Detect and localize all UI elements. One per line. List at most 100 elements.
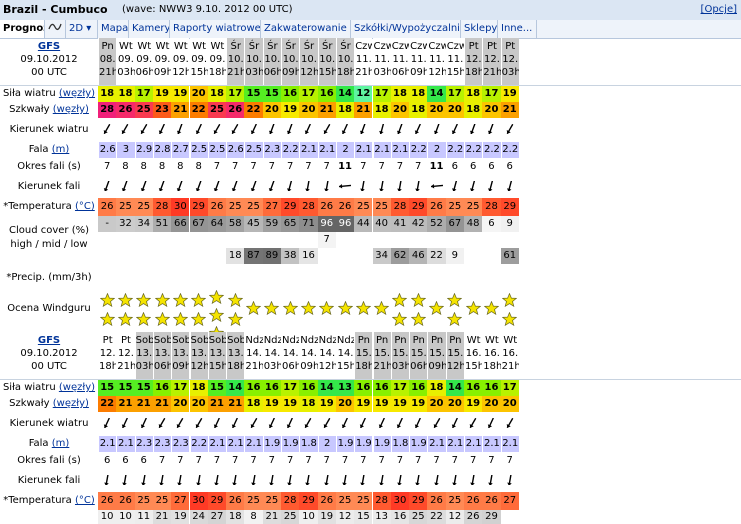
options-link[interactable]: [Opcje]	[701, 4, 737, 15]
wind-rating-stars	[116, 290, 134, 328]
temperature-cell: 29	[500, 198, 519, 216]
cloud-low-cell: 61	[500, 248, 519, 264]
tab-bar: Prognoza 2D ▾MapaKameryRaporty wiatroweZa…	[0, 20, 741, 39]
cloud-high-cell: 10	[98, 510, 117, 524]
cloud-high-cell: 11	[134, 510, 153, 524]
wave-height-cell: 2.1	[482, 436, 501, 452]
hour: 21h	[483, 67, 501, 78]
cloud-high-cell: 6	[482, 216, 501, 232]
gust-cell: 20	[335, 396, 355, 412]
wind-rating-stars	[354, 290, 372, 328]
temperature-cell: 25	[464, 198, 483, 216]
cloud-high-cell: 67	[445, 216, 464, 232]
cloud-high-cell: 25	[409, 510, 428, 524]
wind-speed-cell: 17	[299, 86, 318, 102]
temperature-cell: 25	[152, 492, 172, 510]
wind-speed-cell: 16	[482, 380, 501, 396]
day-name: Czw	[391, 41, 409, 52]
gust-cell: 18	[244, 396, 263, 412]
wind-rating-stars	[281, 290, 299, 328]
tab-2d[interactable]: 2D ▾	[66, 20, 98, 38]
wave-height-cell: 2.1	[445, 436, 464, 452]
day-name: Ndz	[282, 335, 300, 346]
hour: 15h	[318, 67, 336, 78]
date-header-cell: Wt 09. 09h	[152, 38, 172, 86]
wave-unit-link[interactable]: (m)	[52, 438, 70, 449]
rating-label: Ocena Windguru	[7, 303, 91, 314]
day-name: Wt	[155, 41, 170, 52]
day-date: 11.	[392, 54, 409, 65]
wave-height-cell: 2.9	[134, 142, 153, 158]
wind-direction-arrow	[391, 412, 409, 436]
wind-direction-arrow	[98, 412, 116, 436]
day-date: 12.	[117, 348, 134, 359]
tab-szkółki-wypożyczalnie[interactable]: Szkółki/Wypożyczalnie	[351, 20, 461, 38]
temperature-cell: 25	[445, 198, 464, 216]
wave-period-cell: 7	[195, 455, 202, 466]
wind-speed-cell: 12	[354, 86, 373, 102]
gust-cell: 26	[226, 102, 245, 118]
hour: 03h	[391, 361, 410, 372]
temperature-cell: 26	[335, 198, 355, 216]
wind-dir-label: Kierunek wiatru	[9, 124, 89, 135]
wave-period-cell: 7	[396, 161, 404, 172]
wind-speed-cell: 16	[281, 86, 300, 102]
cloud-high-cell: 12	[445, 510, 464, 524]
wind-speed-cell: 17	[134, 86, 153, 102]
date-header-cell: Śr 10. 12h	[299, 38, 318, 86]
temperature-cell: 26	[317, 198, 336, 216]
hour: 09h	[428, 361, 446, 372]
tab-mapa[interactable]: Mapa	[98, 20, 129, 38]
wind-direction-arrow	[482, 118, 500, 142]
wave-unit-link[interactable]: (m)	[52, 144, 70, 155]
cloud-mid-cell	[281, 232, 300, 248]
wind-direction-arrow	[116, 412, 134, 436]
hour: 06h	[391, 67, 410, 78]
cloud-mid-cell	[354, 232, 373, 248]
hour: 12h	[318, 361, 336, 372]
hour: 09h	[410, 67, 428, 78]
wind-speed-cell: 16	[262, 380, 281, 396]
units-link[interactable]: (węzły)	[59, 382, 95, 393]
cloud-high-cell: 67	[189, 216, 208, 232]
wave-direction-arrow	[299, 176, 317, 198]
date-header-cell: Sob 13. 12h	[189, 332, 208, 380]
wave-direction-arrow	[244, 176, 262, 198]
wave-dir-label: Kierunek fali	[17, 475, 81, 486]
hour: 12h	[190, 361, 208, 372]
temp-unit-link[interactable]: (°C)	[75, 495, 95, 506]
date-header-cell: Czw 11. 21h	[354, 38, 373, 86]
wind-direction-arrow	[482, 412, 500, 436]
units-link[interactable]: (węzły)	[59, 88, 95, 99]
tab-inne[interactable]: Inne...	[498, 20, 537, 38]
wave-period-cell: 6	[103, 455, 111, 466]
wave-direction-arrow	[135, 176, 153, 198]
units-link[interactable]: (węzły)	[53, 398, 89, 409]
tab-zakwaterowanie[interactable]: Zakwaterowanie	[261, 20, 351, 38]
wave-direction-arrow	[427, 470, 445, 492]
model-link[interactable]: GFS	[38, 41, 60, 52]
day-date: 09.	[172, 54, 189, 65]
units-link[interactable]: (węzły)	[53, 104, 89, 115]
model-link[interactable]: GFS	[38, 335, 60, 346]
wave-graph-icon[interactable]	[45, 20, 66, 38]
day-name: Czw	[446, 41, 464, 52]
tab-prognoza[interactable]: Prognoza	[0, 20, 45, 38]
tab-raporty-wiatrowe[interactable]: Raporty wiatrowe	[170, 20, 261, 38]
wave-direction-arrow	[501, 470, 519, 492]
wind-direction-arrow	[464, 412, 482, 436]
gust-cell: 22	[244, 102, 263, 118]
wind-speed-cell: 15	[134, 380, 153, 396]
wave-period-cell: 7	[360, 161, 367, 172]
temp-unit-link[interactable]: (°C)	[75, 201, 95, 212]
tab-sklepy[interactable]: Sklepy	[461, 20, 498, 38]
day-name: Czw	[410, 41, 427, 52]
model-date: 09.10.2012	[20, 54, 78, 65]
cloud-mid-cell	[445, 232, 464, 248]
wind-rating-stars	[135, 290, 153, 328]
tab-kamery[interactable]: Kamery	[129, 20, 170, 38]
wave-height-cell: 2.1	[372, 142, 391, 158]
wave-height-cell: 2.1	[116, 436, 135, 452]
wave-period-cell: 7	[305, 455, 312, 466]
day-name: Pn	[412, 335, 425, 346]
